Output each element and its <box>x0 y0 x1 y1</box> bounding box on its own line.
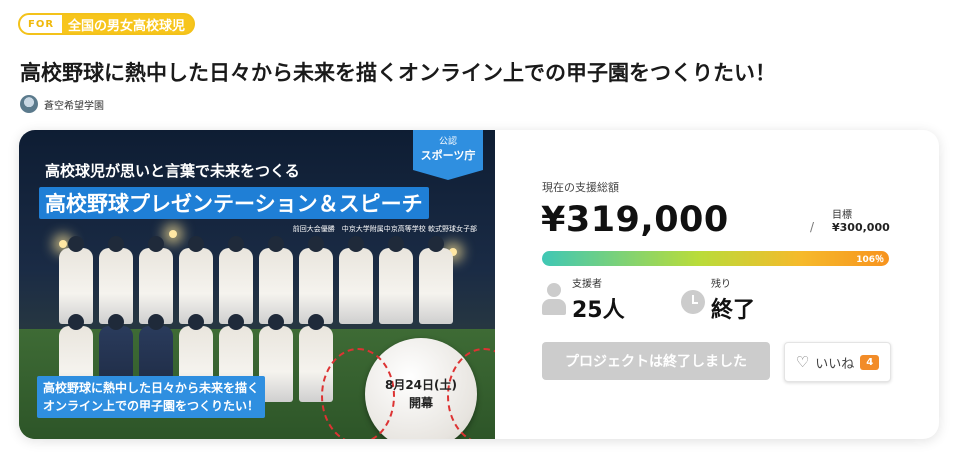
player-figure <box>419 236 453 324</box>
badge-top: 公認 <box>438 137 457 147</box>
hero-sub-note: 前回大会優勝 中京大学附属中京高等学校 軟式野球女子部 <box>292 225 477 233</box>
remaining-value: 終了 <box>711 298 756 323</box>
category-tag[interactable]: FOR 全国の男女高校球児 <box>18 13 196 35</box>
stadium-light <box>59 240 67 248</box>
player-figure <box>299 236 333 324</box>
clock-icon <box>681 290 705 314</box>
project-ended-button[interactable]: プロジェクトは終了しました <box>542 342 770 380</box>
like-label: いいね <box>815 356 855 372</box>
progress-percent: 106％ <box>856 255 884 265</box>
player-figure <box>59 236 93 324</box>
like-button[interactable]: ♡ いいね 4 <box>784 342 891 382</box>
player-figure <box>259 236 293 324</box>
page-title: 高校野球に熱中した日々から未来を描くオンライン上での甲子園をつくりたい！ <box>20 61 776 85</box>
event-date: 8月24日(土) 開幕 <box>373 376 469 412</box>
badge-bottom: スポーツ庁 <box>420 149 476 162</box>
project-card: 公認 スポーツ庁 高校球児が思いと言葉で未来をつくる 高校野球プレゼンテーション… <box>19 130 939 439</box>
person-icon <box>542 283 566 317</box>
backers-stat: 支援者 25人 <box>542 275 625 324</box>
hero-bottom-note-line: オンライン上での甲子園をつくりたい！ <box>43 399 260 413</box>
hero-banner: 高校野球プレゼンテーション＆スピーチ <box>39 187 429 219</box>
player-figure <box>219 236 253 324</box>
stadium-light <box>169 230 177 238</box>
event-date-text: 8月24日(土) <box>384 378 458 392</box>
for-label: FOR <box>20 15 63 33</box>
player-figure <box>179 236 213 324</box>
goal-value: ¥300,000 <box>832 221 890 234</box>
project-owner[interactable]: 蒼空希望学園 <box>20 95 104 113</box>
progress-bar: 106％ <box>542 251 889 266</box>
amount-label: 現在の支援総額 <box>542 181 619 194</box>
goal-label: 目標 <box>832 210 852 221</box>
amount-value: ¥319,000 <box>541 200 729 240</box>
goal-separator: / <box>810 220 815 234</box>
player-figure <box>139 236 173 324</box>
hero-bottom-note: 高校野球に熱中した日々から未来を描く オンライン上での甲子園をつくりたい！ <box>37 376 266 418</box>
avatar <box>20 95 38 113</box>
player-figure <box>379 236 413 324</box>
official-badge: 公認 スポーツ庁 <box>413 130 483 180</box>
heart-icon: ♡ <box>795 352 810 371</box>
player-figure <box>339 236 373 324</box>
remaining-stat: 残り 終了 <box>681 275 755 324</box>
backers-value: 25人 <box>572 298 625 323</box>
backers-label: 支援者 <box>572 279 602 290</box>
owner-name: 蒼空希望学園 <box>44 100 104 112</box>
remaining-label: 残り <box>711 279 731 290</box>
event-date-sub: 開幕 <box>408 396 433 410</box>
hero-bottom-note-line: 高校野球に熱中した日々から未来を描く <box>43 381 260 395</box>
like-count: 4 <box>860 354 880 370</box>
funding-panel: 現在の支援総額 ¥319,000 / 目標 ¥300,000 106％ 支援者 … <box>495 130 939 439</box>
hero-catchphrase: 高校球児が思いと言葉で未来をつくる <box>45 162 300 180</box>
hero-image: 公認 スポーツ庁 高校球児が思いと言葉で未来をつくる 高校野球プレゼンテーション… <box>19 130 495 439</box>
player-figure <box>99 236 133 324</box>
category-label: 全国の男女高校球児 <box>68 18 186 34</box>
